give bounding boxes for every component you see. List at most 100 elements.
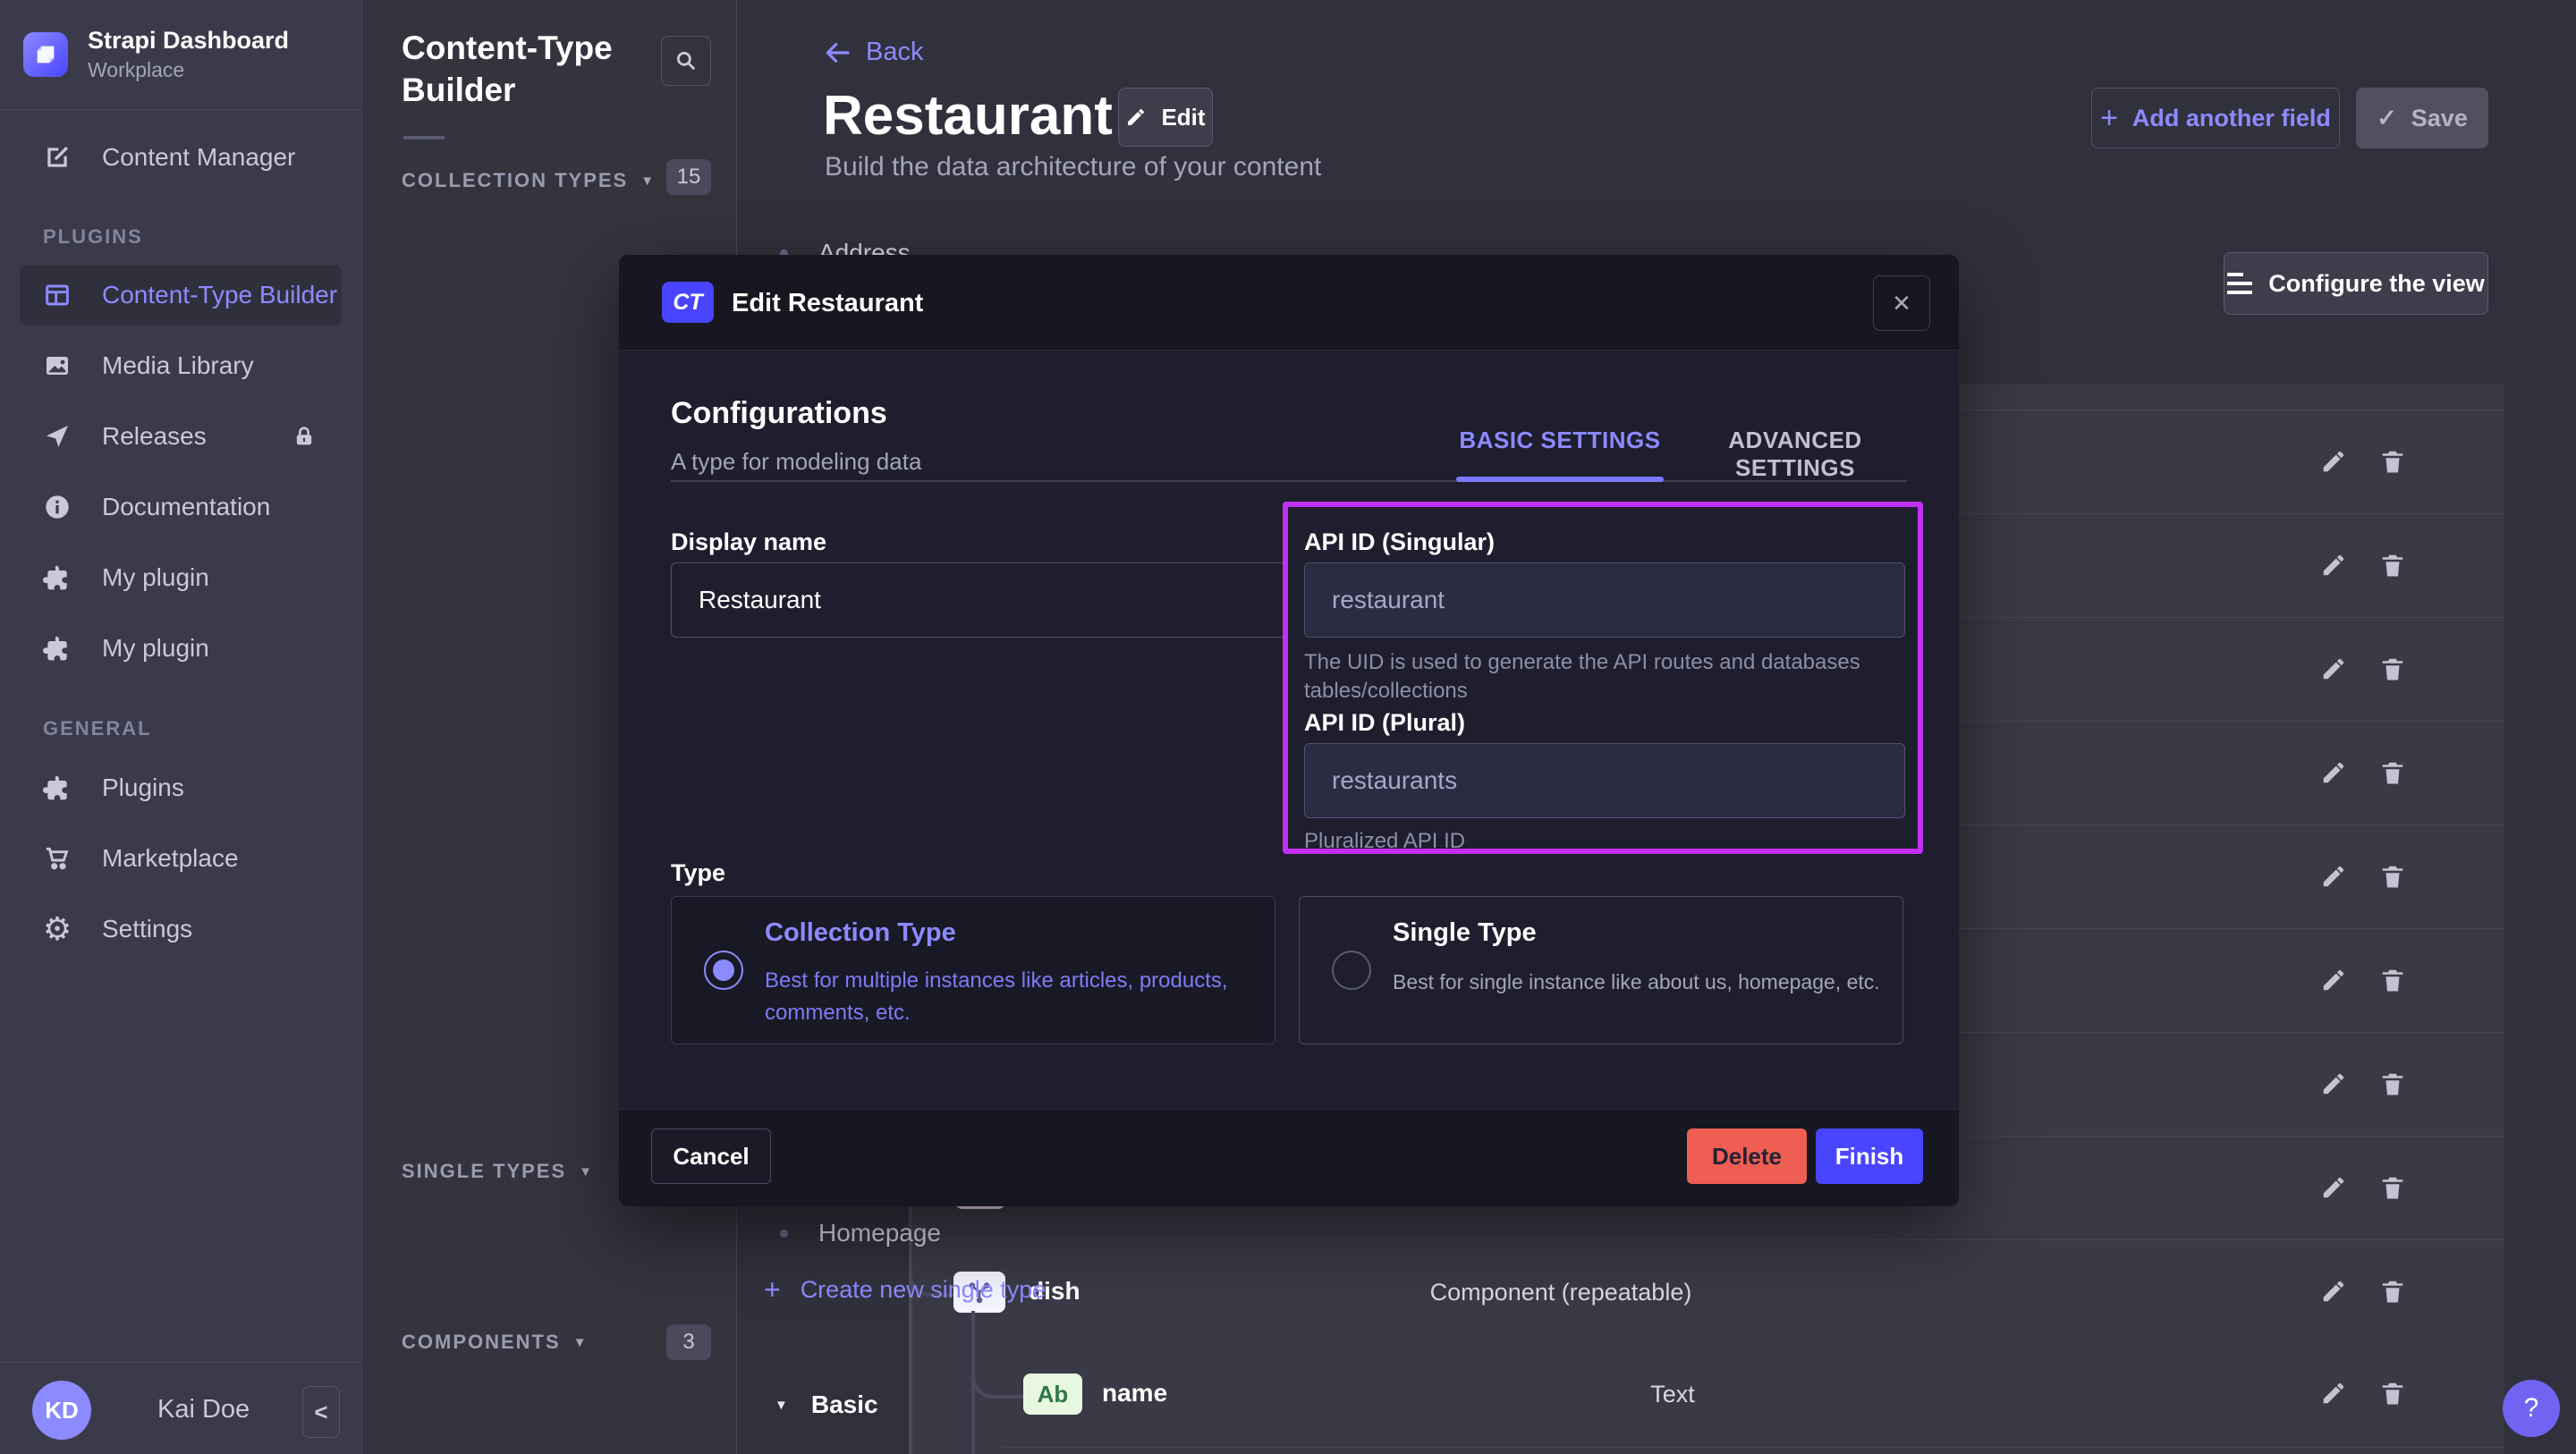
page-subtitle: Build the data architecture of your cont…	[825, 152, 1321, 182]
pencil-icon	[1125, 106, 1147, 128]
radio-selected-icon[interactable]	[704, 951, 743, 990]
display-name-label: Display name	[671, 528, 826, 556]
brand[interactable]: Strapi Dashboard Workplace	[23, 27, 289, 82]
collection-types-header[interactable]: COLLECTION TYPES ▼	[402, 163, 654, 199]
delete-field-button[interactable]	[2377, 757, 2408, 788]
sidebar-item-media-library[interactable]: Media Library	[20, 335, 342, 396]
cancel-button[interactable]: Cancel	[651, 1129, 771, 1184]
edit-field-button[interactable]	[2318, 1172, 2349, 1203]
sidebar-item-marketplace[interactable]: Marketplace	[20, 828, 342, 889]
edit-field-button[interactable]	[2318, 550, 2349, 580]
delete-field-button[interactable]	[2377, 861, 2408, 892]
strapi-logo	[23, 32, 68, 77]
title-divider	[403, 136, 445, 139]
delete-field-button[interactable]	[2377, 1069, 2408, 1099]
sidebar-item-plugins[interactable]: Plugins	[20, 757, 342, 818]
sidebar-item-releases[interactable]: Releases	[20, 406, 342, 467]
edit-field-button[interactable]	[2318, 1276, 2349, 1306]
configure-lines-icon	[2227, 273, 2254, 294]
api-id-singular-hint: The UID is used to generate the API rout…	[1304, 648, 1885, 706]
display-name-input[interactable]	[671, 562, 1288, 638]
component-group-basic[interactable]: ▼ Basic	[764, 1376, 878, 1433]
edit-field-button[interactable]	[2318, 654, 2349, 684]
search-button[interactable]	[661, 36, 711, 86]
close-button[interactable]: ✕	[1873, 275, 1930, 331]
modal-title: Edit Restaurant	[732, 289, 923, 318]
modal-header: CT Edit Restaurant ✕	[619, 255, 1959, 351]
brand-title: Strapi Dashboard	[88, 27, 289, 55]
lock-icon	[292, 424, 317, 449]
single-type-homepage[interactable]: Homepage	[764, 1205, 1059, 1262]
sidebar-item-content-manager[interactable]: Content Manager	[20, 127, 342, 188]
edit-field-button[interactable]	[2318, 446, 2349, 477]
user-name: Kai Doe	[157, 1395, 250, 1424]
tab-advanced-settings[interactable]: ADVANCED SETTINGS	[1674, 427, 1916, 482]
paper-plane-icon	[38, 422, 77, 451]
delete-button[interactable]: Delete	[1687, 1129, 1807, 1184]
section-label-general: GENERAL	[43, 717, 152, 740]
edit-field-button[interactable]	[2318, 1069, 2349, 1099]
tab-basic-settings[interactable]: BASIC SETTINGS	[1456, 427, 1664, 454]
create-single-type-link[interactable]: + Create new single type	[764, 1264, 1046, 1315]
delete-field-button[interactable]	[2377, 965, 2408, 995]
modal-section-subtitle: A type for modeling data	[671, 448, 921, 476]
sidebar-item-content-type-builder[interactable]: Content-Type Builder	[20, 265, 342, 325]
single-type-card[interactable]: Single Type Best for single instance lik…	[1299, 896, 1903, 1044]
delete-field-button[interactable]	[2377, 446, 2408, 477]
ctb-sidebar-title: Content-Type Builder	[402, 27, 670, 111]
brand-subtitle: Workplace	[88, 58, 289, 82]
arrow-left-icon	[823, 38, 852, 67]
delete-field-button[interactable]	[2377, 550, 2408, 580]
page-title: Restaurant	[823, 84, 1113, 148]
text-badge: Ab	[1023, 1374, 1082, 1415]
delete-field-button[interactable]	[2377, 654, 2408, 684]
footer-divider	[0, 1362, 361, 1363]
delete-field-button[interactable]	[2377, 1172, 2408, 1203]
single-type-title: Single Type	[1393, 918, 1537, 948]
collection-type-description: Best for multiple instances like article…	[765, 965, 1248, 1029]
collection-types-count-badge: 15	[666, 159, 711, 195]
edit-button[interactable]: Edit	[1118, 88, 1213, 147]
main-sidebar: Strapi Dashboard Workplace Content Manag…	[0, 0, 362, 1454]
chevron-down-icon: ▼	[640, 173, 654, 189]
chevron-down-icon: ▼	[775, 1398, 788, 1413]
save-button[interactable]: ✓ Save	[2356, 88, 2488, 148]
avatar[interactable]: KD	[32, 1381, 91, 1440]
field-name: name	[1102, 1379, 1167, 1408]
radio-unselected-icon[interactable]	[1332, 951, 1371, 990]
field-type: Component (repeatable)	[1292, 1279, 1829, 1306]
api-id-plural-input[interactable]	[1304, 743, 1905, 818]
sidebar-item-my-plugin-2[interactable]: My plugin	[20, 618, 342, 679]
edit-field-button[interactable]	[2318, 861, 2349, 892]
cart-icon	[38, 844, 77, 873]
tabs-divider	[671, 480, 1907, 482]
type-label: Type	[671, 859, 725, 887]
edit-field-button[interactable]	[2318, 1378, 2349, 1408]
brand-divider	[0, 109, 361, 110]
plus-icon: +	[764, 1273, 781, 1306]
components-header[interactable]: COMPONENTS ▼	[402, 1324, 587, 1360]
sidebar-item-documentation[interactable]: Documentation	[20, 477, 342, 537]
components-count-badge: 3	[666, 1324, 711, 1360]
collapse-sidebar-button[interactable]: <	[302, 1386, 340, 1438]
puzzle-icon	[38, 634, 77, 663]
finish-button[interactable]: Finish	[1816, 1129, 1923, 1184]
api-id-plural-hint: Pluralized API ID	[1304, 827, 1885, 856]
sidebar-item-settings[interactable]: ⚙ Settings	[20, 899, 342, 959]
delete-field-button[interactable]	[2377, 1378, 2408, 1408]
help-button[interactable]: ?	[2503, 1380, 2560, 1437]
delete-field-button[interactable]	[2377, 1276, 2408, 1306]
single-types-header[interactable]: SINGLE TYPES ▼	[402, 1154, 592, 1189]
sidebar-item-my-plugin-1[interactable]: My plugin	[20, 547, 342, 608]
api-id-singular-label: API ID (Singular)	[1304, 528, 1495, 556]
collection-type-card[interactable]: Collection Type Best for multiple instan…	[671, 896, 1275, 1044]
edit-field-button[interactable]	[2318, 965, 2349, 995]
image-icon	[38, 351, 77, 380]
info-icon	[38, 493, 77, 521]
api-id-singular-input[interactable]	[1304, 562, 1905, 638]
configure-view-button[interactable]: Configure the view	[2224, 252, 2488, 315]
edit-field-button[interactable]	[2318, 757, 2349, 788]
feather-icon	[38, 143, 77, 172]
back-link[interactable]: Back	[823, 38, 923, 67]
add-another-field-button[interactable]: + Add another field	[2091, 88, 2340, 148]
